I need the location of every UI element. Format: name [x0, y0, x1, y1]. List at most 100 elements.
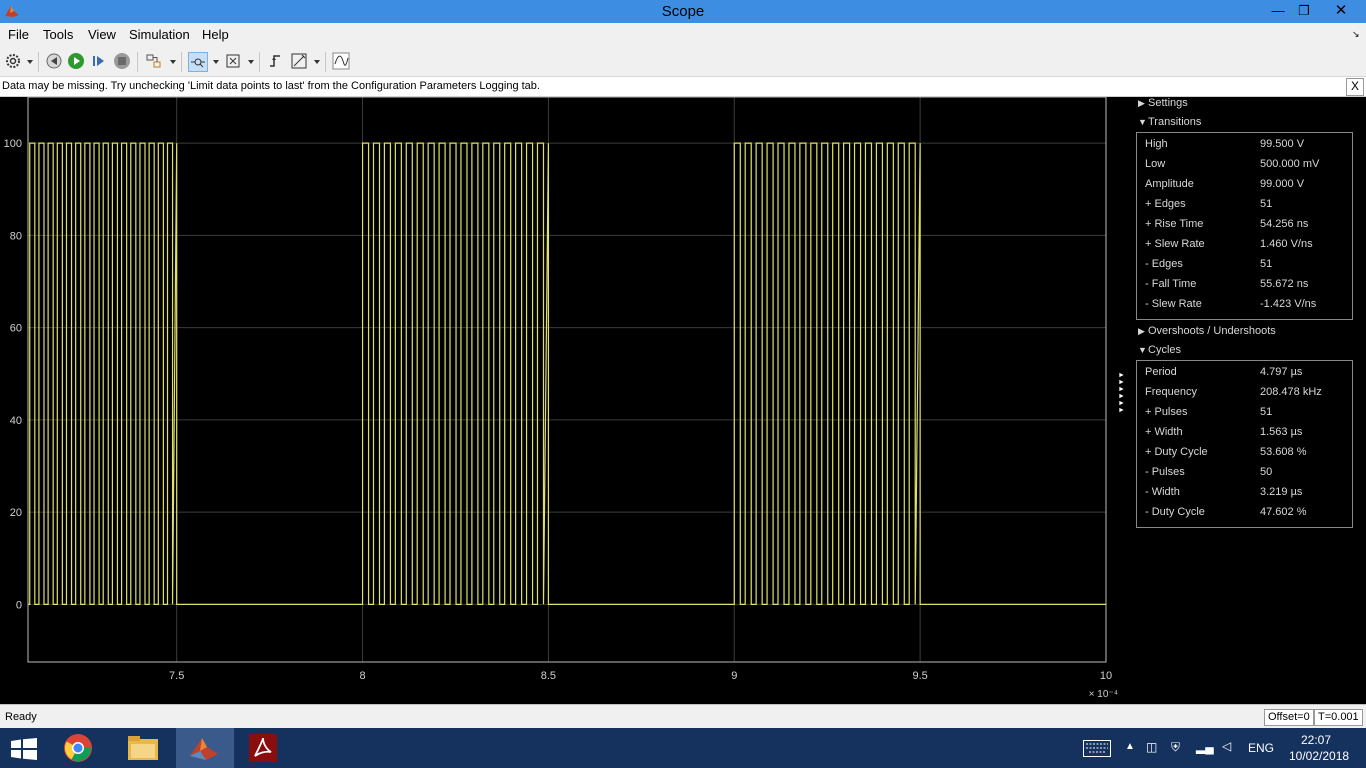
- y-tick-label: 40: [10, 415, 22, 427]
- chevron-up-icon[interactable]: ▲: [1125, 741, 1135, 752]
- measurement-value: 1.563 µs: [1260, 426, 1303, 438]
- measurements-panel: ▶ Settings ▼Transitions High 99.500 V Low 50…: [1132, 97, 1366, 704]
- overshoots-section-header[interactable]: ▶ Overshoots / Undershoots: [1138, 325, 1276, 337]
- windows-start-icon[interactable]: [11, 738, 37, 760]
- cursor-measurements-icon[interactable]: [290, 52, 308, 70]
- cycles-label: Cycles: [1148, 344, 1182, 356]
- measurement-value: 51: [1260, 258, 1273, 270]
- highlight-blocks-icon[interactable]: [145, 52, 163, 70]
- zoom-icon[interactable]: [188, 52, 208, 72]
- menu-tools[interactable]: Tools: [43, 27, 73, 42]
- run-icon[interactable]: [67, 52, 85, 70]
- measurement-value: 53.608 %: [1260, 446, 1307, 458]
- acrobat-icon: [249, 734, 277, 762]
- y-tick-label: 60: [10, 323, 22, 335]
- explorer-taskbar-button[interactable]: [114, 728, 172, 768]
- separator: [181, 52, 182, 72]
- info-message: Data may be missing. Try unchecking 'Lim…: [2, 80, 540, 92]
- language-indicator[interactable]: ENG: [1248, 741, 1274, 755]
- signal-statistics-icon[interactable]: [332, 52, 350, 70]
- measurement-label: - Fall Time: [1145, 278, 1197, 290]
- chevron-down-icon[interactable]: [27, 60, 33, 64]
- axis-ticks: 0 20 40 60 80 100 7.5 8 8.5 9 9.5 10 × 10⁻⁴: [4, 138, 1118, 700]
- step-forward-icon[interactable]: [90, 52, 108, 70]
- offset-field: Offset=0: [1264, 709, 1314, 726]
- volume-icon[interactable]: ◁: [1222, 739, 1231, 753]
- signal-trace: [28, 142, 1106, 605]
- measurement-value: 54.256 ns: [1260, 218, 1309, 230]
- y-tick-label: 100: [4, 138, 22, 150]
- clock-time[interactable]: 22:07: [1301, 733, 1331, 747]
- axes-box: [27, 97, 1107, 663]
- chevron-down-icon[interactable]: [170, 60, 176, 64]
- x-tick-label: 10: [1100, 670, 1112, 682]
- restore-button[interactable]: ❐: [1289, 0, 1319, 23]
- autoscale-icon[interactable]: [224, 52, 242, 70]
- measurement-label: - Pulses: [1145, 466, 1185, 478]
- dock-arrow-icon[interactable]: ↘: [1352, 29, 1360, 40]
- matlab-icon: [190, 738, 218, 760]
- collapse-arrow-icon: ▼: [1138, 117, 1147, 127]
- measurement-value: 50: [1260, 466, 1273, 478]
- transitions-section-header[interactable]: ▼Transitions: [1138, 116, 1201, 128]
- measurement-label: Low: [1145, 158, 1166, 170]
- measurement-label: Period: [1145, 366, 1177, 378]
- overshoots-label: Overshoots / Undershoots: [1148, 325, 1276, 337]
- menu-help[interactable]: Help: [202, 27, 229, 42]
- measurement-value: 47.602 %: [1260, 506, 1307, 518]
- measurement-label: - Slew Rate: [1145, 298, 1202, 310]
- device-icon[interactable]: ◫: [1146, 740, 1157, 754]
- measurement-value: 51: [1260, 198, 1273, 210]
- measurement-value: 1.460 V/ns: [1260, 238, 1313, 250]
- acrobat-taskbar-button[interactable]: [238, 728, 296, 768]
- grid-lines: [28, 97, 1107, 662]
- stop-icon[interactable]: [113, 52, 131, 70]
- separator: [137, 52, 138, 72]
- measurement-label: + Edges: [1145, 198, 1186, 210]
- measurement-label: + Duty Cycle: [1145, 446, 1208, 458]
- chevron-down-icon[interactable]: [248, 60, 254, 64]
- trigger-icon[interactable]: [266, 52, 284, 70]
- panel-collapse-arrows-icon[interactable]: ► ► ► ► ► ►: [1118, 372, 1125, 414]
- signal-line: [28, 142, 1106, 605]
- measurement-value: -1.423 V/ns: [1260, 298, 1317, 310]
- step-back-icon[interactable]: [45, 52, 63, 70]
- network-icon[interactable]: ▂▄: [1196, 740, 1214, 754]
- measurement-label: High: [1145, 138, 1168, 150]
- measurement-label: + Slew Rate: [1145, 238, 1205, 250]
- matlab-taskbar-button[interactable]: [176, 728, 234, 768]
- measurement-value: 4.797 µs: [1260, 366, 1303, 378]
- settings-label: Settings: [1148, 97, 1188, 109]
- clock-date[interactable]: 10/02/2018: [1289, 749, 1349, 763]
- separator: [325, 52, 326, 72]
- settings-section-header[interactable]: ▶ Settings: [1138, 97, 1188, 109]
- menu-simulation[interactable]: Simulation: [129, 27, 190, 42]
- chevron-down-icon[interactable]: [314, 60, 320, 64]
- y-tick-label: 20: [10, 507, 22, 519]
- measurement-value: 99.500 V: [1260, 138, 1305, 150]
- menu-view[interactable]: View: [88, 27, 116, 42]
- measurement-label: + Rise Time: [1145, 218, 1204, 230]
- measurement-label: - Width: [1145, 486, 1180, 498]
- expand-arrow-icon: ▶: [1138, 326, 1145, 336]
- measurement-value: 208.478 kHz: [1260, 386, 1322, 398]
- info-close-button[interactable]: X: [1346, 78, 1364, 96]
- menu-file[interactable]: File: [8, 27, 29, 42]
- keyboard-icon[interactable]: [1083, 740, 1111, 757]
- chrome-taskbar-button[interactable]: [50, 728, 108, 768]
- measurement-value: 3.219 µs: [1260, 486, 1303, 498]
- measurement-value: 51: [1260, 406, 1273, 418]
- measurement-label: Frequency: [1145, 386, 1197, 398]
- y-tick-label: 80: [10, 230, 22, 242]
- measurement-label: - Duty Cycle: [1145, 506, 1205, 518]
- x-tick-label: 9.5: [912, 670, 927, 682]
- measurement-value: 500.000 mV: [1260, 158, 1320, 170]
- chevron-down-icon[interactable]: [213, 60, 219, 64]
- cycles-section-header[interactable]: ▼Cycles: [1138, 344, 1181, 356]
- separator: [38, 52, 39, 72]
- close-window-button[interactable]: ✕: [1326, 0, 1356, 23]
- separator: [259, 52, 260, 72]
- antivirus-icon[interactable]: ⛨: [1171, 740, 1180, 755]
- scope-plot[interactable]: 0 20 40 60 80 100 7.5 8 8.5 9 9.5 10 × 10⁻⁴: [0, 97, 1132, 704]
- gear-icon[interactable]: [4, 52, 22, 70]
